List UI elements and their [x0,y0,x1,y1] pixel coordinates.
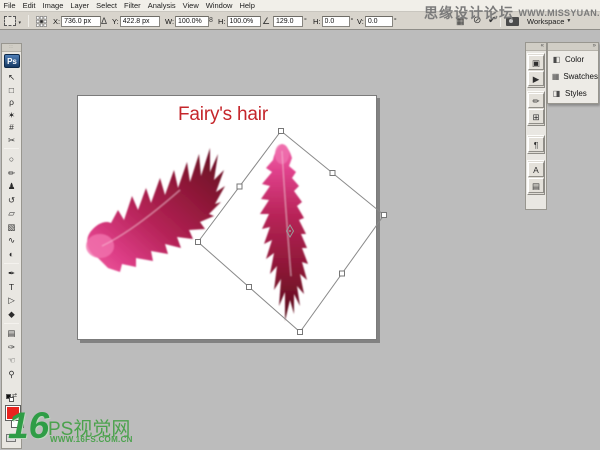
x-input[interactable] [61,16,101,27]
dock-collapse-button[interactable]: « [526,43,546,51]
swap-colors-icon[interactable]: ⇄ [12,392,17,399]
brushes-panel-button[interactable]: ✏ [528,93,544,108]
watermark-top-en: WWW.MISSYUAN.COM [518,8,600,18]
eyedropper-tool-icon[interactable]: ✑ [2,341,21,355]
history-brush-tool-icon[interactable]: ↺ [2,194,21,208]
brush-tool-icon[interactable]: ✏ [2,167,21,181]
panel-flyout: » ◧ Color ▦ Swatches ◨ Styles [547,42,599,104]
height-input[interactable] [227,16,261,27]
clone-stamp-tool-icon[interactable]: ♟ [2,180,21,194]
character-panel-button[interactable]: A [528,162,544,177]
clone-source-panel-button[interactable]: ⊞ [528,109,544,124]
menu-item[interactable]: Edit [19,0,39,12]
gradient-tool-icon[interactable]: ▧ [2,221,21,235]
styles-panel-tab[interactable]: ◨ Styles [548,85,598,102]
transform-handle-right[interactable] [382,213,387,218]
tool-divider [4,148,19,149]
menu-item[interactable]: Window [202,0,236,12]
ps-logo: Ps [4,54,20,68]
quick-selection-tool-icon[interactable]: ✶ [2,109,21,122]
hand-tool-icon[interactable]: ☜ [2,354,21,368]
tool-divider [4,323,19,324]
v-skew-input[interactable] [365,16,393,27]
toolbox: ∷ Ps ↖□ρ✶#✂ ○✏♟↺▱▧∿◐ ✒T▷◆ ▤✑☜⚲ ⇄ [1,43,22,449]
move-tool-icon[interactable]: ↖ [2,71,21,84]
dodge-tool-icon[interactable]: ◐ [2,248,21,262]
marquee-tool-icon[interactable]: □ [2,84,21,97]
tool-divider [4,263,19,264]
menu-item[interactable]: Image [39,0,67,12]
lasso-tool-icon[interactable]: ρ [2,96,21,109]
menu-item[interactable]: View [179,0,202,12]
relative-position-delta-icon[interactable]: Δ [101,15,107,27]
photoshop-window: FileEditImageLayerSelectFilterAnalysisVi… [0,0,600,450]
zoom-tool-icon[interactable]: ⚲ [2,368,21,382]
rotation-degree-unit: ° [304,18,307,25]
menu-item[interactable]: Select [93,0,121,12]
options-separator [28,15,29,27]
toolbox-grip[interactable]: ∷ [2,44,21,52]
h-skew-label: H: [313,17,321,26]
h-skew-degree-unit: ° [351,18,354,25]
swatches-panel-tab[interactable]: ▦ Swatches [548,68,598,85]
actions-panel-button[interactable]: ▶ [528,71,544,86]
watermark-top: 思缘设计论坛 WWW.MISSYUAN.COM [424,3,600,23]
watermark-site-url: WWW.16FS.COM.CN [50,435,133,444]
flyout-collapse-button[interactable]: » [548,43,598,51]
paragraph-panel-button[interactable]: ¶ [528,137,544,152]
reference-point-grid-icon [36,16,47,27]
height-label: H: [218,17,226,26]
x-label: X: [53,17,60,26]
healing-brush-tool-icon[interactable]: ○ [2,153,21,167]
rotate-angle-icon: ∠ [262,15,270,27]
slice-tool-icon[interactable]: ✂ [2,134,21,147]
pen-tool-icon[interactable]: ✒ [2,267,21,281]
watermark-logo: 16 [8,406,49,446]
feather-artwork [78,96,378,341]
menu-item[interactable]: Help [236,0,258,12]
reference-point-locator[interactable] [36,15,47,27]
shape-tool-icon[interactable]: ◆ [2,308,21,322]
menu-item[interactable]: Filter [121,0,145,12]
width-input[interactable] [175,16,209,27]
path-selection-tool-icon[interactable]: ▷ [2,294,21,308]
y-input[interactable] [120,16,160,27]
eraser-tool-icon[interactable]: ▱ [2,207,21,221]
link-dimensions-icon[interactable]: 8 [209,15,213,27]
menu-item[interactable]: File [0,0,19,12]
right-feather [260,144,308,321]
panel-dock: « ▣▶ ✏⊞ ¶ A▤ [525,42,547,210]
h-skew-input[interactable] [322,16,350,27]
v-skew-degree-unit: ° [394,18,397,25]
tool-preset-picker[interactable]: ▾ [4,15,16,27]
v-skew-label: V: [357,17,364,26]
menu-item[interactable]: Analysis [144,0,179,12]
watermark-top-cn: 思缘设计论坛 [424,5,514,21]
color-panel-tab[interactable]: ◧ Color [548,51,598,68]
free-transform-preset-icon: ▾ [4,16,16,26]
width-label: W: [165,17,174,26]
blur-tool-icon[interactable]: ∿ [2,234,21,248]
left-feather [86,148,225,272]
y-label: Y: [112,17,119,26]
crop-tool-icon[interactable]: # [2,121,21,134]
type-tool-icon[interactable]: T [2,281,21,295]
notes-tool-icon[interactable]: ▤ [2,327,21,341]
rotation-input[interactable] [273,16,303,27]
history-panel-button[interactable]: ▣ [528,55,544,70]
layer-comps-panel-button[interactable]: ▤ [528,178,544,193]
document-canvas[interactable]: Fairy's hair [77,95,377,340]
menu-item[interactable]: Layer [67,0,93,12]
